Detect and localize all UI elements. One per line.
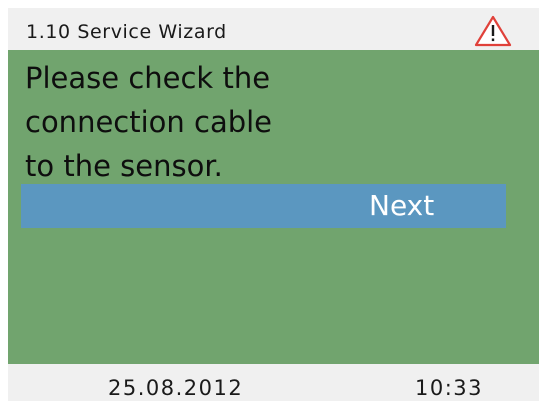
warning-triangle-icon <box>474 15 512 47</box>
message-line: Please check the <box>25 61 271 95</box>
status-bar: 25.08.2012 10:33 <box>8 364 539 401</box>
instruction-message: Please check the connection cable to the… <box>25 56 505 188</box>
next-button[interactable]: Next <box>21 184 506 228</box>
page-title: 1.10 Service Wizard <box>26 21 227 43</box>
message-line: to the sensor. <box>25 149 223 183</box>
service-wizard-screen: 1.10 Service Wizard Please check the con… <box>8 8 539 401</box>
current-date: 25.08.2012 <box>108 376 244 400</box>
next-button-label: Next <box>369 189 435 222</box>
message-line: connection cable <box>25 105 273 139</box>
current-time: 10:33 <box>415 376 484 400</box>
header-bar: 1.10 Service Wizard <box>8 8 539 50</box>
message-panel: Please check the connection cable to the… <box>8 50 539 364</box>
